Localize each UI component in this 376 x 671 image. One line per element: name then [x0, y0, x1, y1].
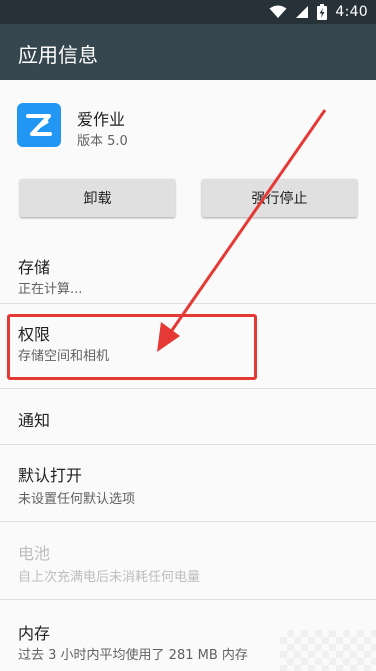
highlight-box [7, 314, 257, 380]
list-item-title: 内存 [18, 624, 51, 643]
list-item-title: 默认打开 [18, 466, 83, 485]
list-item-title: 存储 [18, 258, 51, 277]
app-version: 版本 5.0 [77, 134, 128, 149]
divider [0, 303, 376, 304]
list-item-subtitle: 未设置任何默认选项 [18, 492, 136, 507]
list-item-title: 通知 [18, 411, 51, 430]
app-name: 爱作业 [77, 110, 126, 129]
list-item-subtitle: 自上次充满电后未消耗任何电量 [18, 570, 201, 585]
list-item-open-by-default[interactable]: 默认打开 未设置任何默认选项 [0, 445, 376, 520]
app-logo-icon [17, 103, 61, 147]
app-header: 爱作业 版本 5.0 [0, 80, 376, 170]
list-item-subtitle: 过去 3 小时内平均使用了 281 MB 内存 [18, 648, 248, 663]
force-stop-button[interactable]: 强行停止 [202, 179, 357, 217]
list-item-subtitle: 正在计算... [18, 282, 83, 297]
force-stop-button-label: 强行停止 [251, 191, 308, 207]
status-bar: 4:40 [0, 0, 376, 24]
status-time: 4:40 [335, 4, 368, 20]
page-title: 应用信息 [18, 43, 98, 67]
status-icons: 4:40 [269, 0, 368, 24]
app-bar: 应用信息 [0, 24, 376, 80]
list-item-battery: 电池 自上次充满电后未消耗任何电量 [0, 522, 376, 596]
uninstall-button[interactable]: 卸载 [20, 179, 175, 217]
uninstall-button-label: 卸载 [83, 191, 112, 207]
battery-icon [317, 4, 328, 20]
wifi-icon [269, 5, 287, 18]
watermark-pattern [280, 630, 376, 671]
list-item-title: 电池 [18, 544, 51, 563]
list-item-storage[interactable]: 存储 正在计算... [0, 240, 376, 298]
list-item-notifications[interactable]: 通知 [0, 389, 376, 444]
signal-icon [296, 6, 309, 18]
